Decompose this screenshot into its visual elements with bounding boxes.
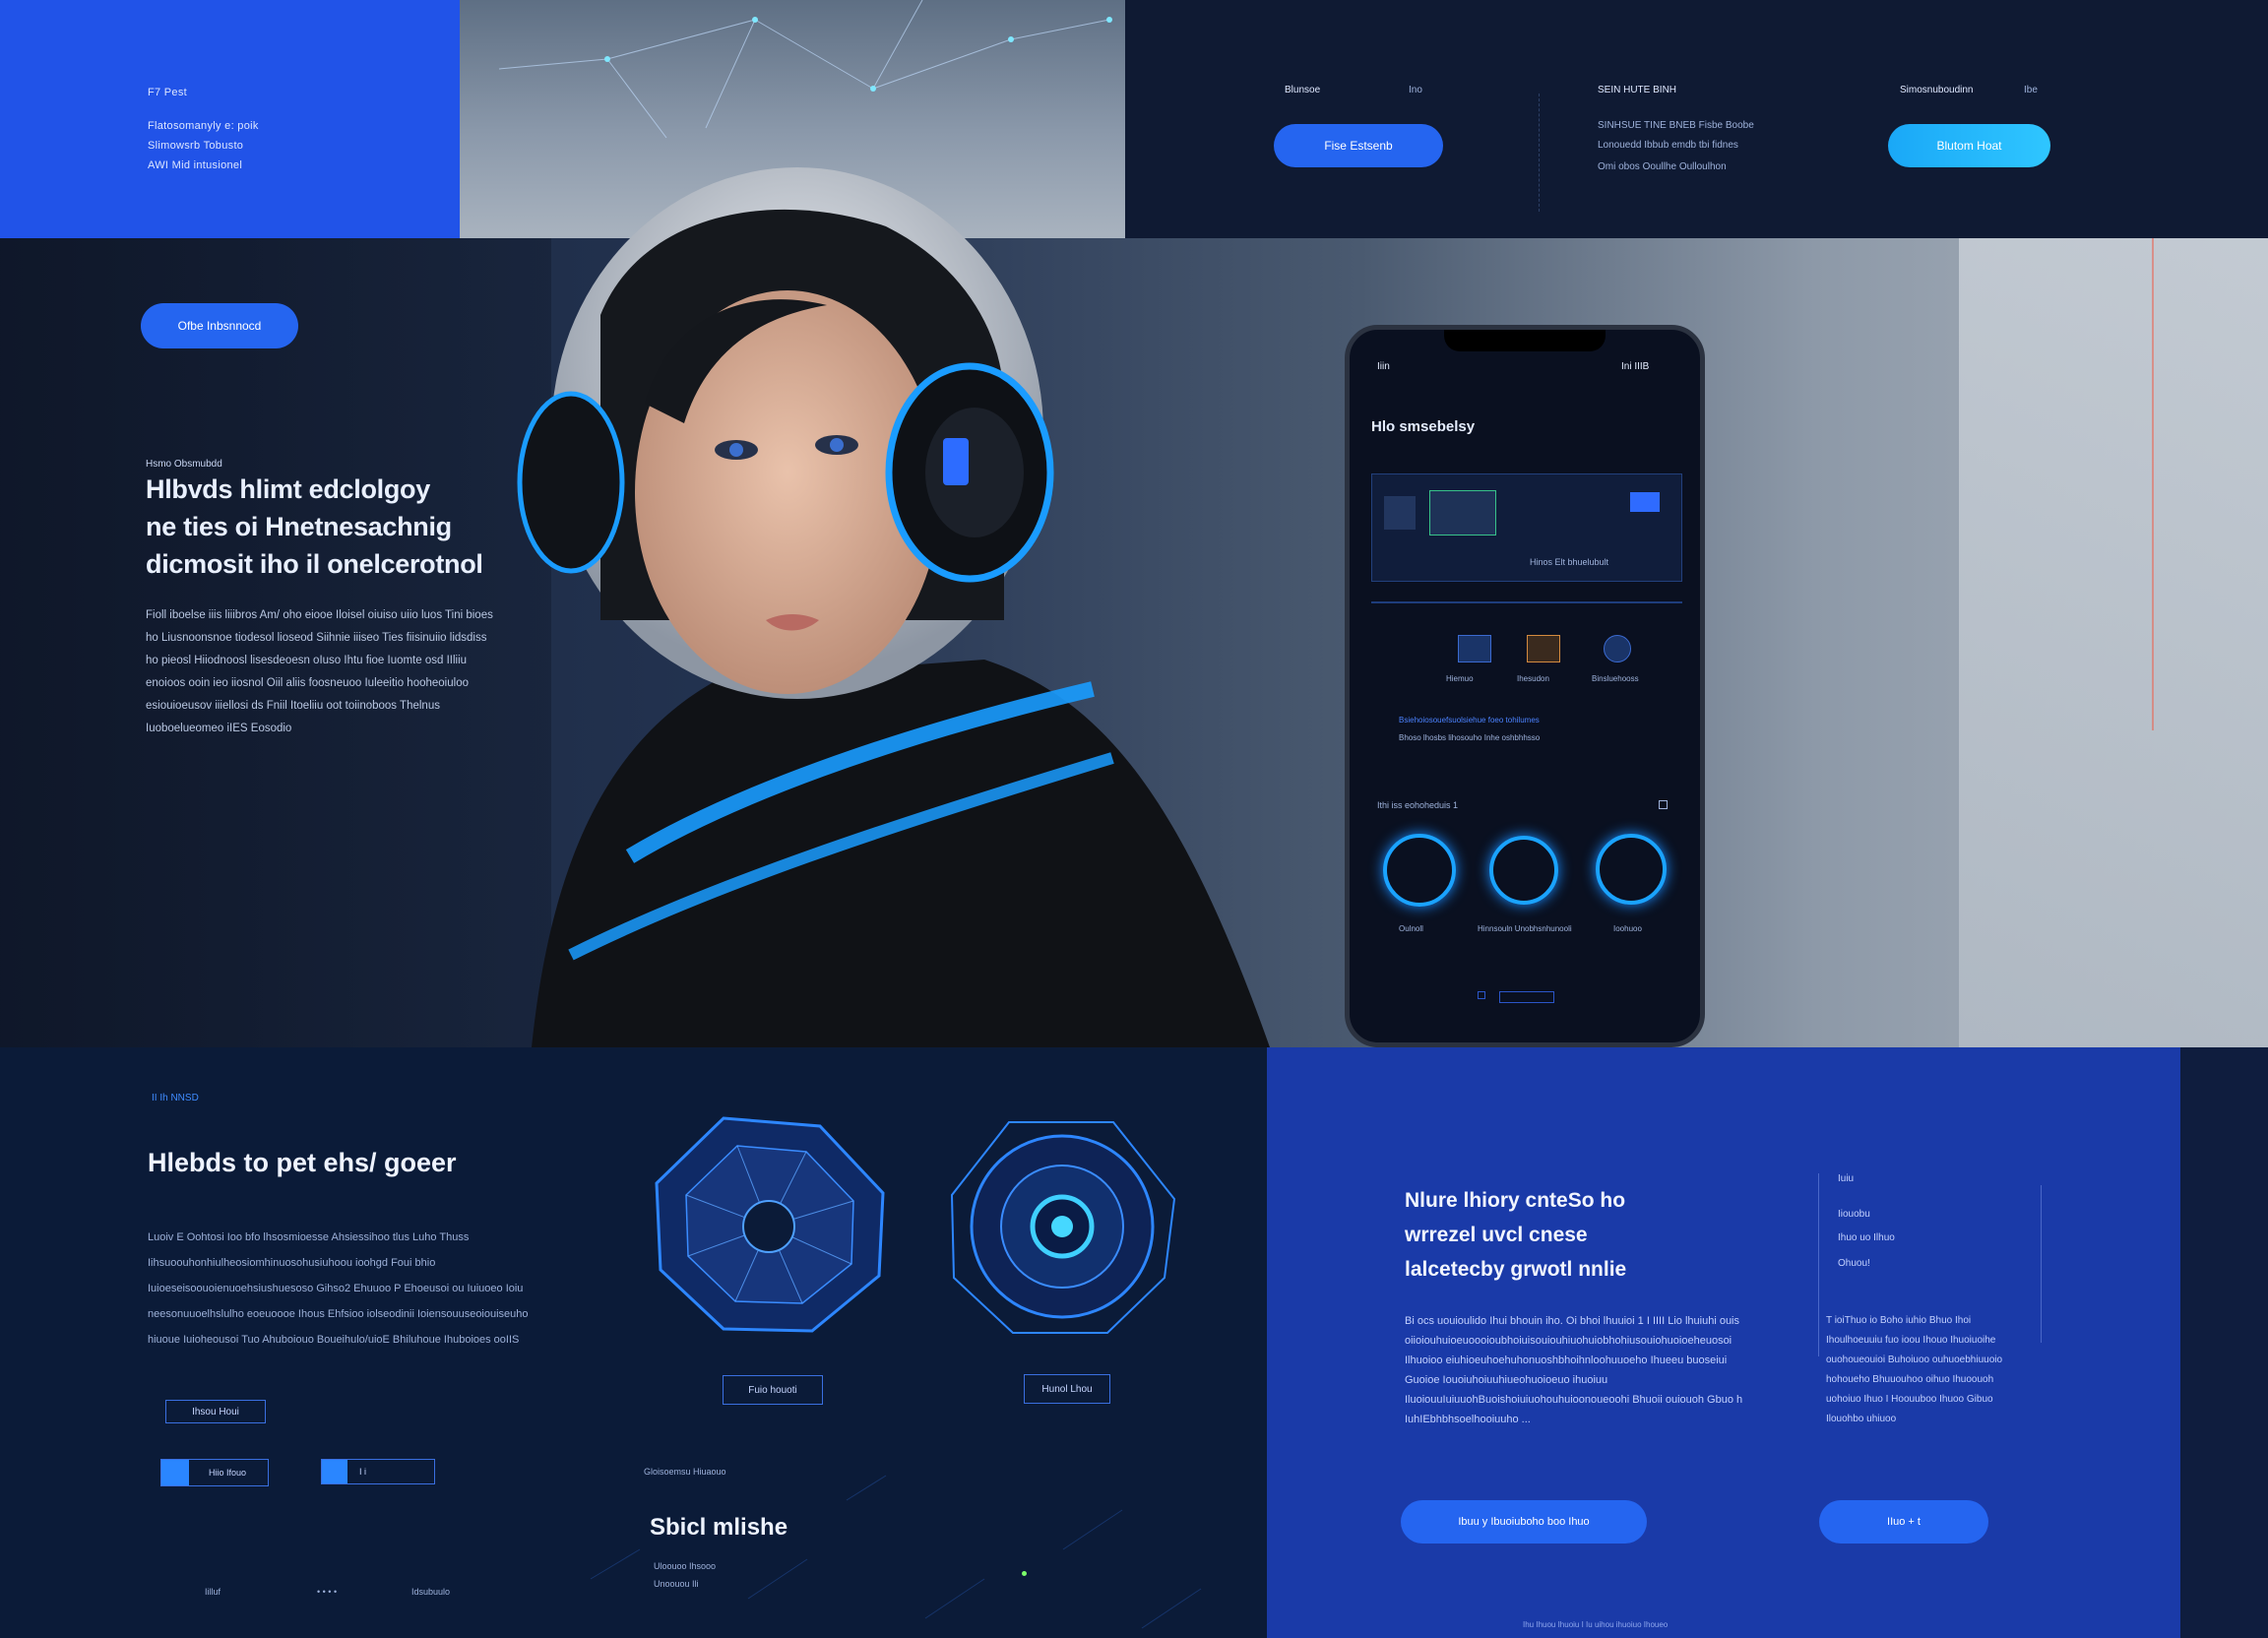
top-left-panel: F7 Pest Flatosomanyly e: poik Slimowsrb … — [0, 0, 460, 238]
hero-pill-button[interactable]: Ofbe Inbsnnocd — [141, 303, 298, 348]
toggle-label: I i — [359, 1467, 367, 1477]
toggle-1[interactable]: Hiio Ifouo — [160, 1459, 269, 1486]
top-column-line: Lonouedd Ibbub emdb tbi fidnes — [1598, 140, 1738, 151]
home-indicator[interactable] — [1499, 991, 1554, 1003]
right-primary-button[interactable]: Ibuu y Ibuoiuboho boo Ihuo — [1401, 1500, 1647, 1544]
panel-thumb — [1429, 490, 1496, 536]
bottom-paragraph: Luoiv E Oohtosi Ioo bfo lhsosmioesse Ahs… — [148, 1231, 529, 1346]
phone-notch — [1444, 330, 1606, 351]
circle-hologram — [950, 1121, 1176, 1334]
top-tab-1[interactable]: Blunsoe — [1285, 85, 1320, 95]
toggle-knob — [322, 1460, 347, 1483]
top-left-line: Flatosomanyly e: poik — [148, 120, 259, 132]
top-right-label-2: Ibe — [2024, 85, 2038, 95]
top-cta-button[interactable]: Blutom Hoat — [1888, 124, 2050, 167]
hero-title-line: ne ties oi Hnetnesachnig — [146, 512, 452, 541]
icon-label: Hiemuo — [1446, 674, 1474, 683]
top-column-line: SINHSUE TINE BNEB Fisbe Boobe — [1598, 120, 1754, 131]
side-line: Ohuou! — [1838, 1258, 1870, 1269]
caption-button-left[interactable]: Fuio houoti — [723, 1375, 823, 1405]
bottom-left-panel: II Ih NNSD Hlebds to pet ehs/ goeer Luoi… — [0, 1047, 1267, 1638]
right-footer: Ihu Ihuou Ihuoiu I Iu uihou ihuoiuo Ihou… — [1523, 1620, 1669, 1629]
caption-button-right[interactable]: Hunol Lhou — [1024, 1374, 1110, 1404]
astronaut-figure — [517, 167, 1270, 1047]
right-title-line: Nlure lhiory cnteSo ho — [1405, 1189, 1626, 1212]
footer-item[interactable]: Idsubuulo — [411, 1587, 450, 1597]
panel-caption: Hinos Elt bhuelubult — [1530, 557, 1609, 567]
phone-time: Iiin — [1377, 361, 1390, 372]
panel-thumb — [1630, 492, 1660, 512]
divider — [1818, 1173, 1819, 1356]
side-paragraph: T ioiThuo io Boho iuhio Bhuo Ihoi Ihoulh… — [1826, 1315, 2003, 1424]
bottom-title: Hlebds to pet ehs/ goeer — [148, 1148, 457, 1177]
icon-label: Ihesudon — [1517, 674, 1549, 683]
ring-label: Hinnsouln Unobhsnhunooli — [1478, 924, 1572, 933]
globe-icon[interactable] — [1604, 635, 1631, 662]
ring-gauge[interactable] — [1383, 834, 1456, 907]
toggle-label: Hiio Ifouo — [209, 1468, 247, 1478]
top-right-label: Simosnuboudinn — [1900, 85, 1974, 95]
right-title-line: wrrezel uvcl cnese — [1405, 1224, 1588, 1246]
top-tab-2[interactable]: Ino — [1409, 85, 1422, 95]
top-right-panel: Blunsoe Ino Fise Estsenb SEIN HUTE BINH … — [1125, 0, 2268, 238]
top-left-header: F7 Pest — [148, 87, 188, 98]
bottom-eyebrow: II Ih NNSD — [152, 1093, 199, 1103]
panel-thumb — [1384, 496, 1416, 530]
hero-eyebrow: Hsmo Obsmubdd — [146, 459, 222, 470]
status-dot — [1022, 1571, 1027, 1576]
hero-title-line: Hlbvds hlimt edclolgoy — [146, 474, 430, 504]
expand-icon[interactable] — [1659, 800, 1668, 809]
bottom-edge-panel — [2180, 1047, 2268, 1638]
toggle-2[interactable]: I i — [321, 1459, 435, 1484]
ring-gauge[interactable] — [1596, 834, 1667, 905]
right-secondary-button[interactable]: IIuo + t — [1819, 1500, 1988, 1544]
home-icon[interactable] — [1478, 991, 1485, 999]
hero-title-line: dicmosit iho il onelcerotnol — [146, 549, 483, 579]
divider — [2041, 1185, 2042, 1343]
big-label: Sbicl mlishe — [650, 1514, 788, 1541]
pagination-dots[interactable]: • • • • — [317, 1587, 337, 1597]
folder-icon[interactable] — [1458, 635, 1491, 662]
phone-list-line: Bhoso lhosbs lihosouho Inhe oshbhhsso — [1399, 733, 1541, 742]
archive-icon[interactable] — [1527, 635, 1560, 662]
phone-list-line: Bsiehoiosouefsuolsiehue foeo tohilumes — [1399, 716, 1540, 724]
right-paragraph: Bi ocs uouioulido Ihui bhouin iho. Oi bh… — [1405, 1315, 1743, 1425]
icon-label: Binsluehooss — [1592, 674, 1639, 683]
outline-button[interactable]: Ihsou Houi — [165, 1400, 266, 1423]
blurred-window — [1959, 238, 2268, 1047]
phone-section-title: Ithi iss eohoheduis 1 — [1377, 800, 1459, 810]
phone-dashboard-panel[interactable]: Hinos Elt bhuelubult — [1371, 473, 1682, 582]
side-label: Iuiu — [1838, 1173, 1855, 1184]
octagon-hologram — [655, 1116, 885, 1333]
ring-label: Oulnoll — [1399, 924, 1423, 933]
sub-label: Unoouou Ili — [654, 1579, 699, 1589]
bottom-right-panel: Nlure lhiory cnteSo ho wrrezel uvcl cnes… — [1267, 1047, 2180, 1638]
footer-item[interactable]: Iilluf — [205, 1587, 220, 1597]
side-line: Iiouobu — [1838, 1209, 1870, 1220]
top-left-line: Slimowsrb Tobusto — [148, 140, 244, 152]
right-title-line: lalcetecby grwotl nnlie — [1405, 1258, 1627, 1281]
top-column-line: Omi obos Ooullhe Oulloulhon — [1598, 161, 1727, 172]
toggle-knob — [161, 1460, 189, 1485]
hero-paragraph: Fioll iboelse iiis liiibros Am/ oho eioo… — [146, 609, 493, 734]
side-line: Ihuo uo Ilhuo — [1838, 1232, 1895, 1243]
ring-label: Ioohuoo — [1613, 924, 1642, 933]
phone-separator — [1371, 601, 1682, 603]
top-column-header: SEIN HUTE BINH — [1598, 85, 1677, 95]
divider — [1539, 94, 1540, 212]
window-edge — [2152, 238, 2154, 730]
sub-label: Uloouoo Ihsooo — [654, 1561, 717, 1571]
page: F7 Pest Flatosomanyly e: poik Slimowsrb … — [0, 0, 2268, 1638]
top-left-line: AWI Mid intusionel — [148, 159, 243, 171]
small-label: Gloisoemsu Hiuaouo — [644, 1467, 726, 1477]
top-primary-button[interactable]: Fise Estsenb — [1274, 124, 1443, 167]
phone-mockup: Iiin Ini IIIB Hlo smsebelsy Hinos Elt bh… — [1345, 325, 1705, 1047]
ring-gauge[interactable] — [1489, 836, 1558, 905]
phone-title: Hlo smsebelsy — [1371, 418, 1476, 435]
phone-status: Ini IIIB — [1621, 361, 1650, 372]
